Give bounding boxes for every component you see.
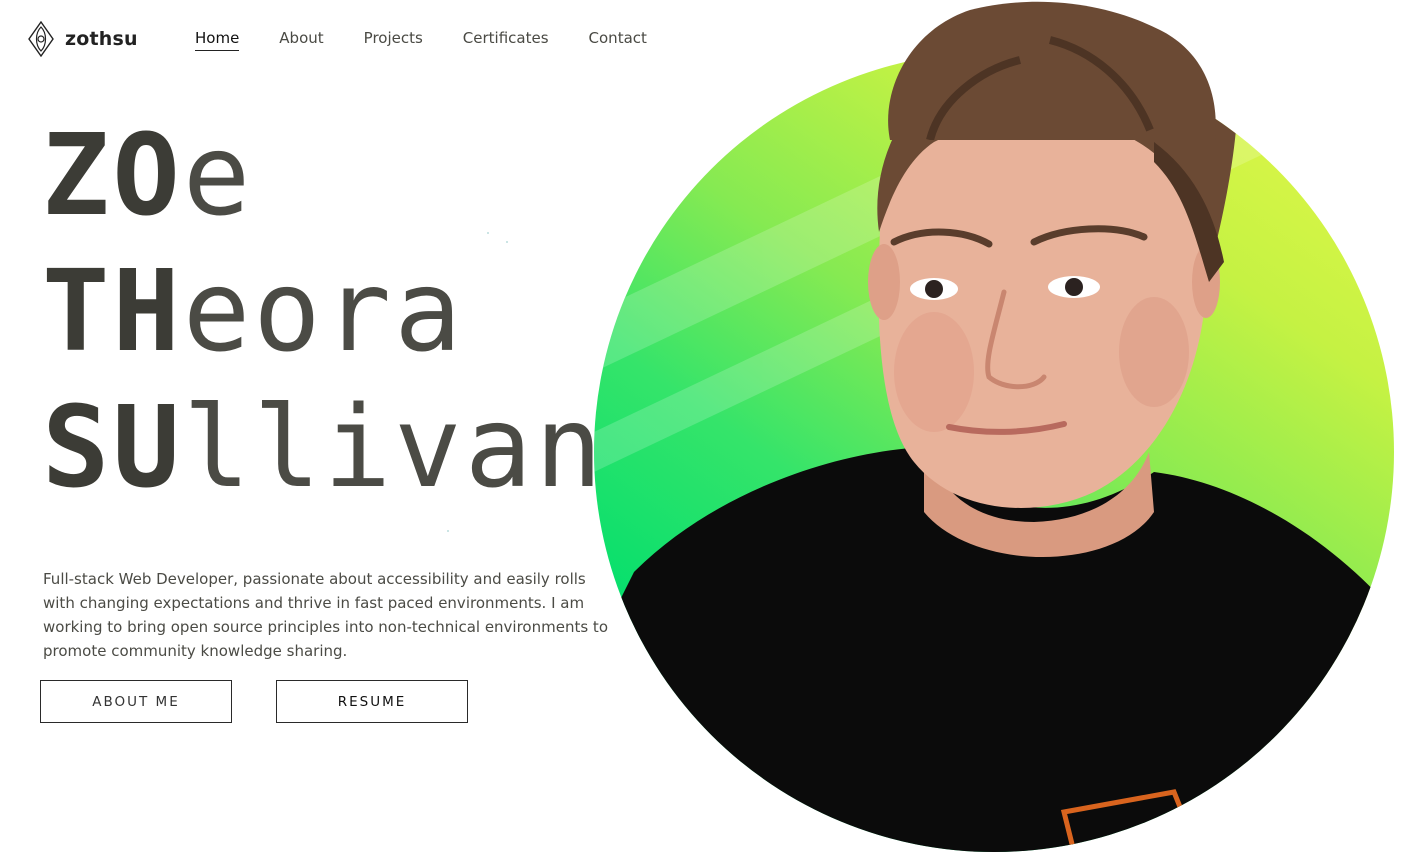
hero-name: ZOe THeora SUllivan: [42, 108, 605, 516]
hero-line-middle: THeora: [42, 247, 465, 377]
profile-portrait: [594, 52, 1394, 852]
speckle-artifact: [506, 241, 508, 243]
nav-home[interactable]: Home: [195, 28, 240, 51]
portrait-illustration: [594, 52, 1394, 852]
resume-button[interactable]: RESUME: [276, 680, 468, 723]
portrait-hair-tuft: [888, 1, 1216, 140]
logo-text: zothsu: [65, 28, 138, 50]
site-logo[interactable]: zothsu: [26, 20, 138, 58]
hero-line-last: SUllivan: [42, 383, 606, 513]
diamond-swirl-logo-icon: [28, 21, 54, 57]
speckle-artifact: [487, 232, 489, 234]
hero-bio: Full-stack Web Developer, passionate abo…: [43, 570, 608, 660]
nav-certificates[interactable]: Certificates: [463, 28, 549, 51]
about-me-button[interactable]: ABOUT ME: [40, 680, 232, 723]
speckle-artifact: [447, 530, 449, 532]
main-nav: Home About Projects Certificates Contact: [195, 28, 647, 51]
nav-projects[interactable]: Projects: [364, 28, 423, 51]
hero-line-first: ZOe: [42, 111, 254, 241]
nav-about[interactable]: About: [279, 28, 323, 51]
nav-contact[interactable]: Contact: [589, 28, 647, 51]
